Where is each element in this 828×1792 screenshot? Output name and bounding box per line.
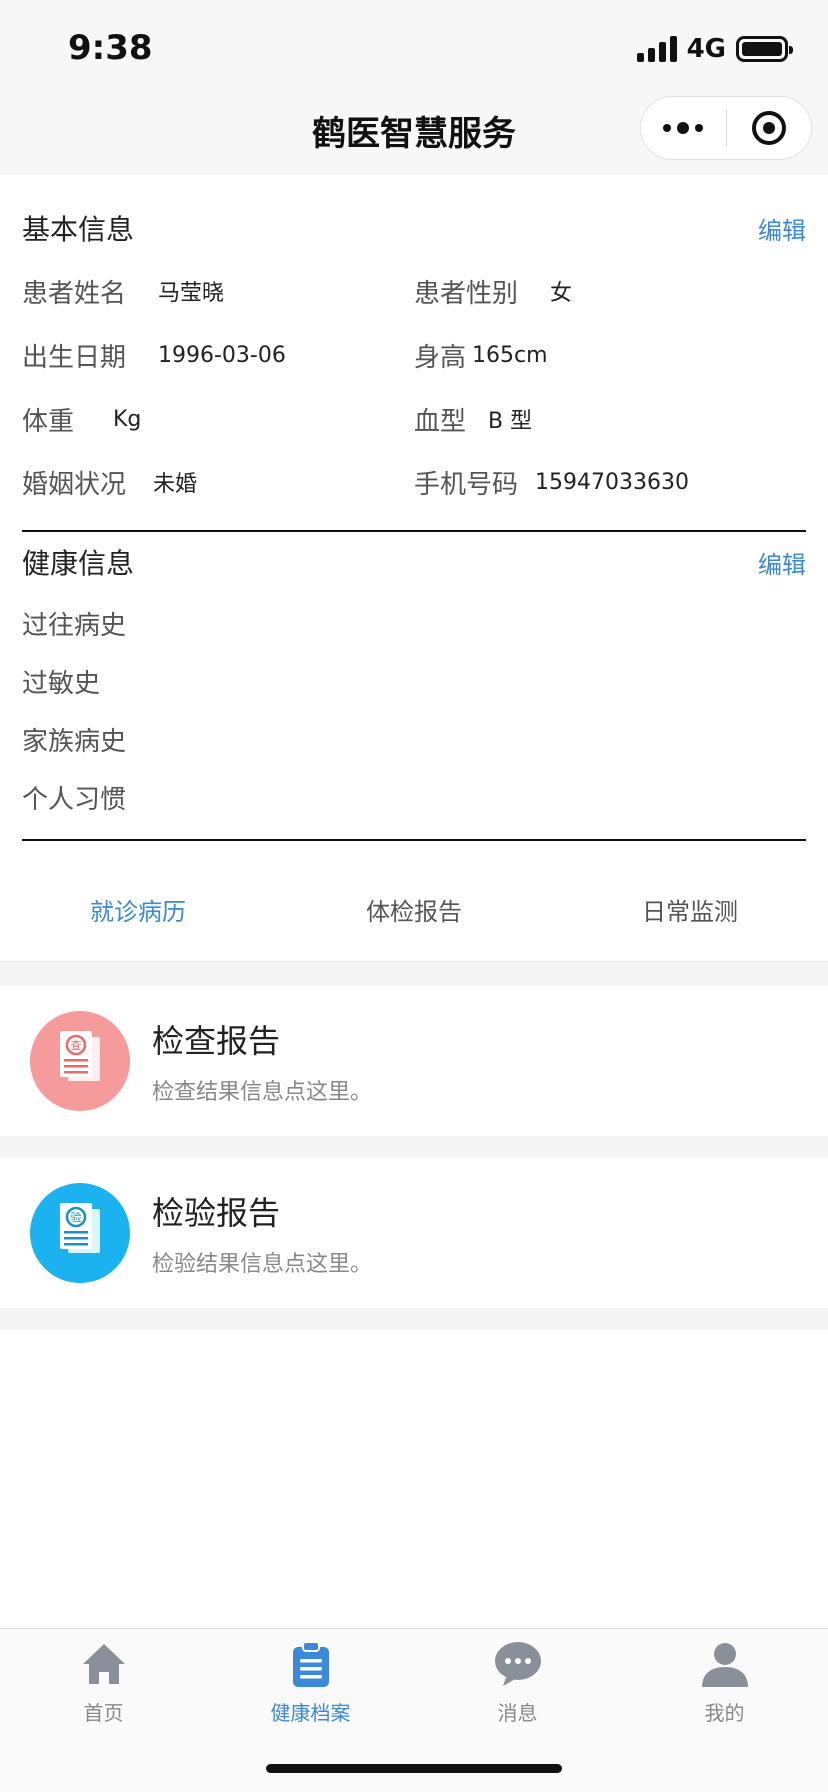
lab-badge-text: 验 — [71, 1210, 82, 1224]
signal-icon — [636, 36, 677, 62]
tab-physical-exam[interactable]: 体检报告 — [276, 872, 552, 961]
lab-report-title: 检验报告 — [152, 1194, 281, 1232]
more-button[interactable] — [641, 97, 726, 159]
network-type: 4G — [686, 34, 726, 64]
tabbar-mine-label: 我的 — [704, 1701, 745, 1725]
lab-report-card[interactable]: 验 检验报告 检验结果信息点这里。 — [0, 1158, 828, 1308]
tabbar-messages[interactable]: 消息 — [414, 1639, 621, 1726]
birthdate-label: 出生日期 — [22, 342, 127, 373]
height-value: 165cm — [472, 342, 548, 368]
tabbar-health-records[interactable]: 健康档案 — [207, 1639, 414, 1726]
exam-report-title: 检查报告 — [152, 1022, 281, 1060]
height-label: 身高 — [414, 342, 467, 373]
blood-type-label: 血型 — [414, 406, 467, 437]
info-row: 婚姻状况 未婚 手机号码 15947033630 — [0, 462, 828, 502]
past-medical-history-label: 过往病史 — [22, 611, 127, 641]
info-row: 出生日期 1996-03-06 身高 165cm — [0, 335, 828, 375]
tabbar-health-records-label: 健康档案 — [270, 1701, 351, 1725]
marital-status-value: 未婚 — [153, 472, 198, 497]
section-divider — [22, 530, 806, 532]
spacer — [0, 1308, 828, 1330]
tabbar-home[interactable]: 首页 — [0, 1639, 207, 1726]
exam-report-card[interactable]: 查 检查报告 检查结果信息点这里。 — [0, 986, 828, 1136]
tabbar-home-label: 首页 — [83, 1701, 124, 1725]
gender-value: 女 — [550, 281, 573, 306]
spacer — [0, 1136, 828, 1158]
phone-value: 15947033630 — [535, 469, 689, 495]
weight-value: Kg — [113, 406, 142, 432]
clipboard-icon — [292, 1641, 329, 1687]
tab-daily-monitoring[interactable]: 日常监测 — [552, 872, 828, 961]
more-dots-icon — [663, 122, 704, 134]
record-tabs: 就诊病历 体检报告 日常监测 — [0, 872, 828, 962]
section-divider — [22, 839, 806, 841]
basic-info-header: 基本信息 编辑 — [22, 208, 806, 248]
tabbar-mine[interactable]: 我的 — [621, 1639, 828, 1726]
health-info-title: 健康信息 — [22, 547, 135, 580]
info-row: 体重 Kg 血型 B 型 — [0, 399, 828, 439]
home-indicator — [266, 1764, 562, 1773]
spacer — [0, 962, 828, 986]
basic-info-edit-button[interactable]: 编辑 — [758, 211, 806, 246]
miniprogram-capsule — [640, 96, 812, 160]
family-history-label: 家族病史 — [22, 727, 127, 757]
weight-label: 体重 — [22, 406, 75, 437]
basic-info-title: 基本信息 — [22, 213, 135, 246]
exam-report-subtitle: 检查结果信息点这里。 — [152, 1080, 373, 1105]
health-info-header: 健康信息 编辑 — [22, 542, 806, 582]
exam-report-icon: 查 — [30, 1011, 130, 1111]
top-bar: 9:38 4G 鹤医智慧服务 — [0, 0, 828, 175]
allergy-history-label: 过敏史 — [22, 669, 101, 699]
lab-report-icon: 验 — [30, 1183, 130, 1283]
marital-status-label: 婚姻状况 — [22, 469, 127, 500]
info-row: 患者姓名 马莹晓 患者性别 女 — [0, 271, 828, 311]
tab-medical-records[interactable]: 就诊病历 — [0, 872, 276, 961]
status-time: 9:38 — [68, 28, 153, 68]
user-icon — [701, 1643, 748, 1687]
battery-icon — [736, 36, 793, 62]
home-icon — [82, 1644, 125, 1684]
health-info-edit-button[interactable]: 编辑 — [758, 545, 806, 580]
close-miniprogram-button[interactable] — [727, 97, 812, 159]
name-label: 患者姓名 — [22, 278, 127, 309]
target-circle-icon — [751, 111, 786, 145]
personal-habits-label: 个人习惯 — [22, 785, 127, 815]
page: 9:38 4G 鹤医智慧服务 基本信息 编辑 患者姓名 马莹晓 患者性别 女 出… — [0, 0, 828, 1792]
exam-badge-text: 查 — [71, 1038, 82, 1052]
lab-report-subtitle: 检验结果信息点这里。 — [152, 1252, 373, 1277]
chat-bubble-icon — [494, 1642, 541, 1686]
phone-label: 手机号码 — [414, 469, 519, 500]
birthdate-value: 1996-03-06 — [158, 342, 286, 368]
gender-label: 患者性别 — [414, 278, 519, 309]
name-value: 马莹晓 — [158, 281, 225, 306]
tabbar-messages-label: 消息 — [497, 1701, 538, 1725]
blood-type-value: B 型 — [488, 409, 533, 434]
status-indicators: 4G — [636, 34, 793, 64]
